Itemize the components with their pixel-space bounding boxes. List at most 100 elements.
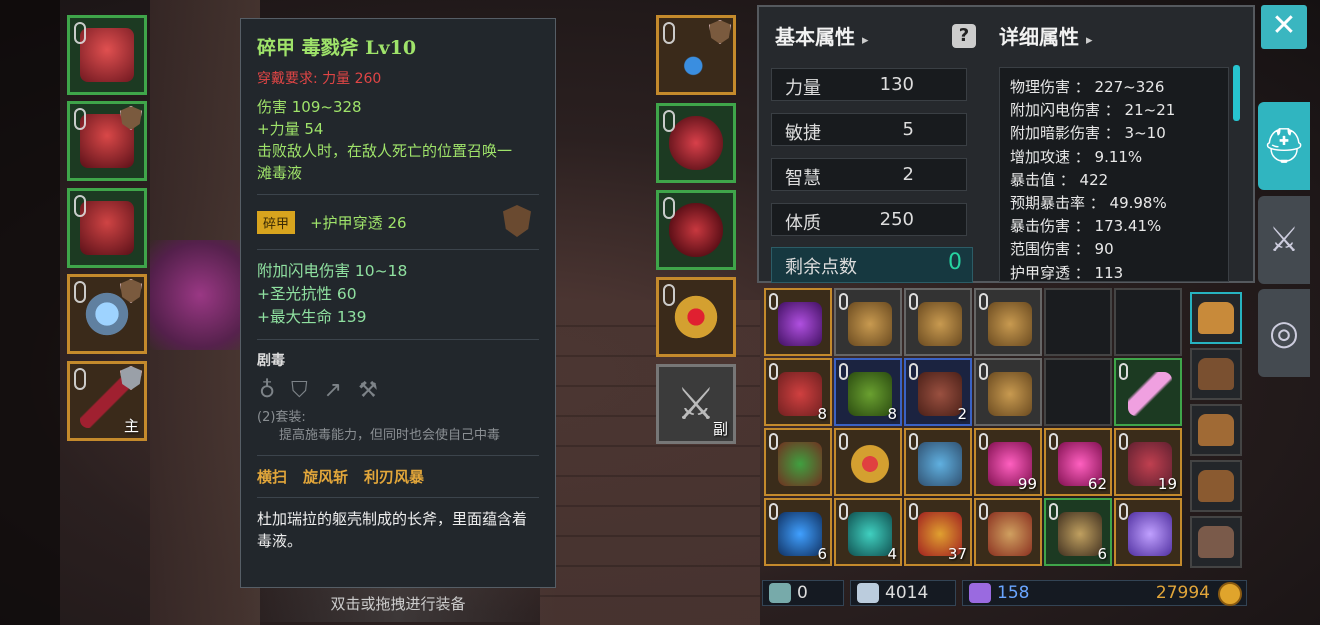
extra-stat: 附加闪电伤害 10~18 [257, 262, 408, 280]
lock-icon [663, 197, 675, 219]
green-potion-icon [778, 442, 822, 486]
inventory-slot-empty[interactable] [1044, 358, 1112, 426]
ring2-slot[interactable] [656, 277, 736, 357]
inventory-slot[interactable]: 62 [1044, 428, 1112, 496]
purple-potion-icon [778, 302, 822, 346]
bag-tab[interactable] [1190, 292, 1242, 344]
inventory-slot-empty[interactable] [1114, 288, 1182, 356]
brown-material-icon [918, 372, 962, 416]
inventory-slot[interactable]: 8 [834, 358, 902, 426]
basic-attributes-tab[interactable]: 基本属性 ▸ [775, 21, 869, 50]
equipment-tab[interactable]: ⛑ [1258, 102, 1310, 190]
dark-helmet-icon [1058, 512, 1102, 556]
item-base-stat: 滩毒液 [257, 164, 303, 182]
stat-value: 5 [902, 119, 914, 140]
inventory-slot[interactable] [974, 358, 1042, 426]
pink-scythe-icon [1128, 372, 1172, 416]
inventory-slot[interactable] [974, 288, 1042, 356]
detail-line: 暴击值 ： 422 [1010, 170, 1109, 189]
inventory-slot[interactable] [834, 428, 902, 496]
detail-attributes-list[interactable]: 物理伤害 ： 227~326 附加闪电伤害 ： 21~21 附加暗影伤害 ： 3… [999, 67, 1229, 282]
item-count: 62 [1087, 475, 1107, 493]
affix-shield-icon [503, 205, 531, 237]
lock-icon [663, 284, 675, 306]
help-icon[interactable]: ? [952, 24, 976, 48]
inventory-slot[interactable]: 2 [904, 358, 972, 426]
currency-diamonds: 4014 [850, 580, 956, 606]
skills-tab[interactable]: ⚔ [1258, 196, 1310, 284]
stat-label: 体质 [785, 213, 821, 234]
chest-armor-slot[interactable] [67, 101, 147, 181]
inventory-slot[interactable]: 37 [904, 498, 972, 566]
item-count: 4 [887, 545, 897, 563]
inventory-slot[interactable]: 99 [974, 428, 1042, 496]
inventory-slot[interactable]: 6 [764, 498, 832, 566]
offhand-weapon-slot[interactable]: ⚔ 副 [656, 364, 736, 444]
detail-attributes-title: 详细属性 [999, 25, 1079, 49]
stat-constitution: 体质 250 [771, 203, 967, 236]
main-weapon-slot[interactable]: 主 [67, 361, 147, 441]
inventory-slot[interactable] [904, 288, 972, 356]
necklace-slot[interactable] [656, 15, 736, 95]
lock-icon [909, 293, 918, 310]
lock-icon [839, 503, 848, 520]
helmet-slot[interactable] [67, 15, 147, 95]
detail-scrollbar[interactable] [1233, 65, 1240, 121]
lock-icon [663, 22, 675, 44]
skill-name: 旋风斩 [303, 468, 349, 486]
divider [257, 497, 539, 498]
set-bonus-text: 提高施毒能力，但同时也会使自己中毒 [279, 428, 501, 443]
settings-tab[interactable]: ◎ [1258, 289, 1310, 377]
inventory-slot-empty[interactable] [1044, 288, 1112, 356]
scroll-icon [988, 512, 1032, 556]
crossed-swords-icon: ⚔ [1268, 220, 1300, 260]
lock-icon [909, 503, 918, 520]
detail-attributes-tab[interactable]: 详细属性 ▸ [999, 21, 1093, 50]
bag-tab[interactable] [1190, 348, 1242, 400]
equip-hint: 双击或拖拽进行装备 [240, 588, 556, 622]
lock-icon [979, 363, 988, 380]
backpack-icon [848, 302, 892, 346]
boots-slot[interactable] [656, 190, 736, 270]
inventory-slot[interactable] [974, 498, 1042, 566]
inventory-slot[interactable] [1114, 498, 1182, 566]
detail-line: 护甲穿透 ： 113 [1010, 263, 1124, 282]
item-requirement: 穿戴要求: 力量 260 [257, 71, 382, 87]
stat-value: 2 [902, 164, 914, 185]
detail-line: 暴击伤害 ： 173.41% [1010, 217, 1162, 236]
close-button[interactable]: ✕ [1261, 5, 1307, 49]
bag-tab[interactable] [1190, 516, 1242, 568]
inventory-slot[interactable] [834, 288, 902, 356]
attributes-panel: 基本属性 ▸ ? 详细属性 ▸ 力量 130 敏捷 5 智慧 2 体质 250 剩余点数… [757, 5, 1255, 283]
backpack-icon [1198, 358, 1234, 390]
inventory-slot[interactable]: 6 [1044, 498, 1112, 566]
item-count: 19 [1157, 475, 1177, 493]
lock-icon [769, 293, 778, 310]
bag-tab[interactable] [1190, 404, 1242, 456]
bag-tab[interactable] [1190, 460, 1242, 512]
arrow-icon: ▸ [1085, 33, 1093, 48]
stat-label: 敏捷 [785, 123, 821, 144]
leg-armor-slot[interactable] [67, 188, 147, 268]
detail-line: 增加攻速 ： 9.11% [1010, 147, 1143, 166]
item-count: 37 [947, 545, 967, 563]
gloves-slot[interactable] [656, 103, 736, 183]
affix-text: +护甲穿透 26 [310, 214, 407, 232]
inventory-slot[interactable] [904, 428, 972, 496]
inventory-slot[interactable]: 8 [764, 358, 832, 426]
inventory-slot[interactable] [1114, 358, 1182, 426]
basic-attributes-title: 基本属性 [775, 25, 855, 49]
stat-value: 130 [879, 74, 914, 95]
inventory-slot[interactable]: 19 [1114, 428, 1182, 496]
currency-value: 4014 [885, 583, 929, 603]
ring-slot[interactable] [67, 274, 147, 354]
ruby-ring-icon [669, 290, 723, 344]
inventory-slot[interactable]: 4 [834, 498, 902, 566]
inventory-slot[interactable] [764, 428, 832, 496]
remaining-label: 剩余点数 [785, 257, 857, 278]
armor-icon: ⛉ [291, 378, 308, 403]
lock-icon [74, 195, 86, 217]
backpack-icon [1198, 470, 1234, 502]
item-count: 99 [1017, 475, 1037, 493]
inventory-slot[interactable] [764, 288, 832, 356]
